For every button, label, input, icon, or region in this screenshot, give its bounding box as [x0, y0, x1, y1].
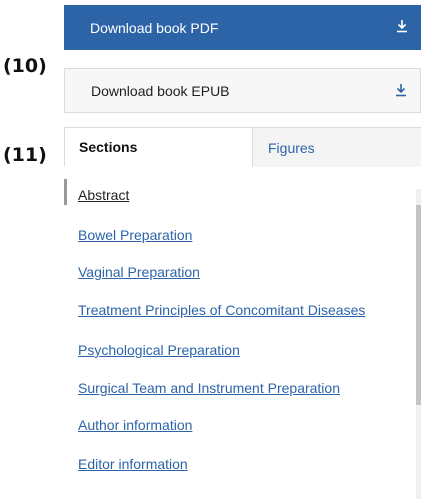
section-link-surgical-team[interactable]: Surgical Team and Instrument Preparation	[78, 379, 340, 397]
section-link-abstract[interactable]: Abstract	[78, 186, 129, 204]
download-pdf-button[interactable]: Download book PDF	[64, 5, 421, 50]
download-icon	[397, 20, 407, 33]
section-link-editor-information[interactable]: Editor information	[78, 455, 188, 473]
download-icon	[396, 84, 406, 97]
tab-figures-label: Figures	[268, 139, 315, 156]
tab-sections[interactable]: Sections	[64, 127, 253, 167]
current-section-indicator	[64, 179, 67, 205]
sections-navigation: Abstract Bowel Preparation Vaginal Prepa…	[64, 167, 421, 499]
annotation-label-10: (10)	[3, 55, 47, 77]
section-link-bowel-preparation[interactable]: Bowel Preparation	[78, 226, 192, 244]
download-pdf-label: Download book PDF	[90, 19, 219, 36]
section-link-vaginal-preparation[interactable]: Vaginal Preparation	[78, 263, 200, 281]
download-epub-button[interactable]: Download book EPUB	[64, 68, 421, 113]
scrollbar-thumb[interactable]	[416, 205, 421, 405]
section-link-author-information[interactable]: Author information	[78, 416, 192, 434]
download-epub-label: Download book EPUB	[91, 82, 230, 99]
section-link-concomitant-diseases[interactable]: Treatment Principles of Concomitant Dise…	[78, 301, 365, 319]
content-tabs: Sections Figures	[64, 127, 421, 167]
tab-sections-label: Sections	[79, 139, 138, 155]
annotation-label-11: (11)	[3, 144, 47, 166]
section-link-psychological-preparation[interactable]: Psychological Preparation	[78, 341, 240, 359]
tab-figures[interactable]: Figures	[253, 127, 421, 167]
